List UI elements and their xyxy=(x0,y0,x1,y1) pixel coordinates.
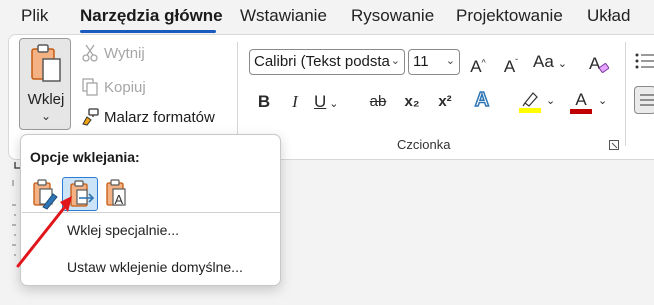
group-separator xyxy=(625,42,626,146)
bullets-button[interactable] xyxy=(634,50,654,72)
clipboard-icon xyxy=(31,44,61,82)
change-case-label: Aa xyxy=(533,52,554,71)
highlight-color-button[interactable]: ⌄ xyxy=(519,89,557,113)
chevron-down-icon: ⌄ xyxy=(445,55,455,67)
paste-button[interactable]: Wklej ⌄ xyxy=(19,38,71,130)
format-painter-label: Malarz formatów xyxy=(104,108,215,126)
copy-button[interactable]: Kopiuj xyxy=(80,77,146,97)
dialog-launcher-icon[interactable] xyxy=(609,140,619,150)
ribbon-tabs: Plik Narzędzia główne Wstawianie Rysowan… xyxy=(0,0,654,34)
active-tab-indicator xyxy=(80,30,216,33)
paste-keep-text-only-option[interactable]: A xyxy=(99,177,135,211)
font-name-dropdown[interactable]: Calibri (Tekst podsta ⌄ xyxy=(249,49,405,75)
superscript-button[interactable]: x² xyxy=(434,91,456,115)
tab-layout[interactable]: Układ xyxy=(587,6,630,26)
tab-design[interactable]: Projektowanie xyxy=(456,6,563,26)
svg-text:A: A xyxy=(115,192,124,207)
tab-file[interactable]: Plik xyxy=(21,6,48,26)
italic-button[interactable]: I xyxy=(285,91,305,115)
svg-text:A: A xyxy=(589,54,601,73)
font-name-value: Calibri (Tekst podsta xyxy=(254,53,390,70)
chevron-down-icon: ⌄ xyxy=(546,95,556,107)
subscript-button[interactable]: x₂ xyxy=(401,91,423,115)
tab-insert[interactable]: Wstawianie xyxy=(240,6,327,26)
paste-options-title: Opcje wklejania: xyxy=(30,149,140,165)
grow-font-button[interactable]: A^ xyxy=(466,51,490,76)
format-painter-button[interactable]: Malarz formatów xyxy=(80,107,215,127)
align-left-button[interactable] xyxy=(634,86,654,114)
group-separator xyxy=(237,42,238,146)
underline-label: U xyxy=(314,92,327,111)
tab-draw[interactable]: Rysowanie xyxy=(351,6,434,26)
strikethrough-button[interactable]: ab xyxy=(367,91,389,115)
grow-font-icon: A^ xyxy=(470,56,486,76)
paste-label: Wklej xyxy=(27,91,65,108)
align-left-icon xyxy=(640,94,654,106)
clear-formatting-icon: A xyxy=(589,54,610,73)
chevron-down-icon: ⌄ xyxy=(329,98,339,110)
font-color-button[interactable]: A ⌄ xyxy=(570,89,610,114)
change-case-button[interactable]: Aa ⌄ xyxy=(533,51,573,75)
keep-text-only-icon: A xyxy=(106,179,126,207)
shrink-font-icon: Aˇ xyxy=(503,56,519,76)
red-arrow-annotation xyxy=(16,196,72,268)
chevron-down-icon[interactable]: ⌄ xyxy=(20,109,72,123)
paintbrush-icon xyxy=(80,107,100,127)
shrink-font-button[interactable]: Aˇ xyxy=(499,51,523,76)
chevron-down-icon: ⌄ xyxy=(390,55,400,67)
copy-label: Kopiuj xyxy=(104,78,146,96)
set-default-paste-item[interactable]: Ustaw wklejenie domyślne... xyxy=(67,259,243,275)
cut-button[interactable]: Wytnij xyxy=(80,43,145,63)
font-size-dropdown[interactable]: 11 ⌄ xyxy=(408,49,460,75)
scissors-icon xyxy=(80,43,100,63)
tab-home[interactable]: Narzędzia główne xyxy=(80,6,223,26)
font-size-value: 11 xyxy=(413,53,429,70)
clear-formatting-button[interactable]: A xyxy=(586,51,612,75)
chevron-down-icon: ⌄ xyxy=(557,58,568,70)
font-group-label: Czcionka xyxy=(397,137,451,152)
chevron-down-icon: ⌄ xyxy=(598,95,608,107)
font-color-label: A xyxy=(570,91,592,114)
bold-button[interactable]: B xyxy=(254,91,274,115)
highlighter-icon xyxy=(519,92,541,113)
bullets-icon xyxy=(635,53,654,69)
text-effects-button[interactable]: A xyxy=(470,88,494,113)
cut-label: Wytnij xyxy=(104,44,145,62)
copy-icon xyxy=(80,77,100,97)
underline-button[interactable]: U ⌄ xyxy=(314,91,344,115)
